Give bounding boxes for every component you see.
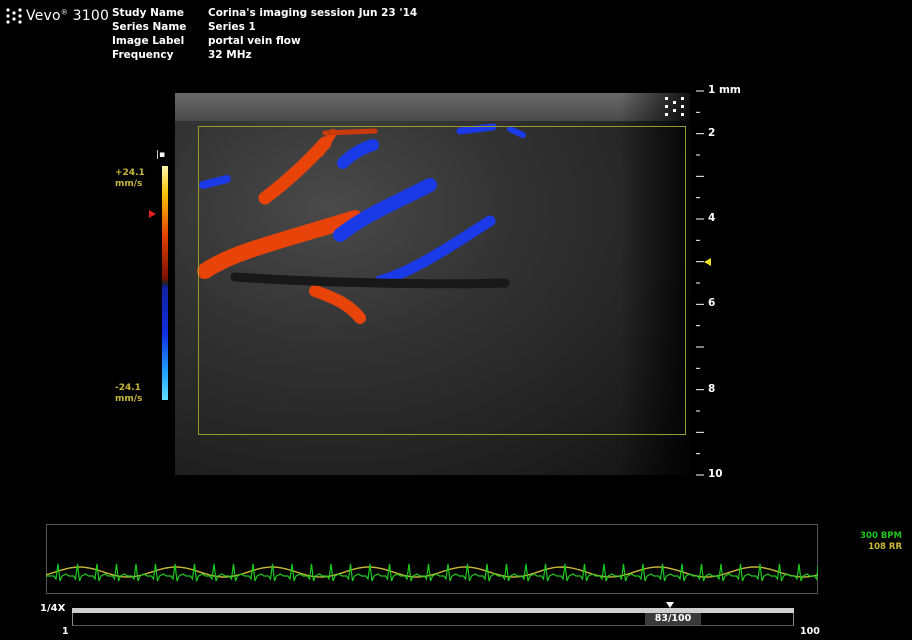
scale-max-label: +24.1 mm/s xyxy=(115,168,145,190)
baseline-pointer-icon[interactable] xyxy=(149,210,156,218)
series-name-value: Series 1 xyxy=(208,21,256,33)
image-label-label: Image Label xyxy=(112,35,185,47)
ecg-trace xyxy=(46,563,818,582)
product-name: Vevo® 3100 xyxy=(26,8,109,24)
frequency-value: 32 MHz xyxy=(208,49,252,61)
depth-ruler-ticks xyxy=(696,90,704,476)
depth-label: 2 xyxy=(708,126,716,139)
depth-label: 4 xyxy=(708,212,716,224)
depth-label: 6 xyxy=(708,297,716,310)
series-name-row: Series Name Series 1 xyxy=(112,20,417,34)
image-label-value: portal vein flow xyxy=(208,35,301,47)
depth-label: 8 xyxy=(708,382,716,395)
study-name-row: Study Name Corina's imaging session Jun … xyxy=(112,6,417,20)
model-number: 3100 xyxy=(72,8,110,24)
respiration-rate: 108 RR xyxy=(868,542,902,552)
focus-depth-icon[interactable] xyxy=(704,257,711,266)
scale-min-label: -24.1 mm/s xyxy=(115,383,142,405)
depth-label: 10 xyxy=(708,468,723,480)
brand-name: Vevo xyxy=(26,8,61,24)
playback-speed[interactable]: 1/4X xyxy=(40,603,65,614)
depth-ruler: 1 mm 2 4 6 8 10 xyxy=(694,84,754,486)
color-roi-box[interactable] xyxy=(198,126,686,435)
scale-min-unit: mm/s xyxy=(115,394,143,404)
frame-start-label: 1 xyxy=(62,626,69,637)
scale-max-unit: mm/s xyxy=(115,179,143,189)
brand-registered-mark: ® xyxy=(60,8,68,17)
frequency-label: Frequency xyxy=(112,49,174,61)
study-name-value: Corina's imaging session Jun 23 '14 xyxy=(208,7,418,19)
image-label-row: Image Label portal vein flow xyxy=(112,34,417,48)
vevo-logo: Vevo® 3100 xyxy=(6,8,109,24)
depth-label: 1 mm xyxy=(708,84,741,96)
study-name-label: Study Name xyxy=(112,7,185,19)
physio-trace xyxy=(46,563,818,582)
study-info: Study Name Corina's imaging session Jun … xyxy=(112,6,417,62)
scale-max-value: +24.1 xyxy=(115,168,145,178)
frame-end-label: 100 xyxy=(800,626,820,637)
playhead-icon[interactable] xyxy=(666,602,675,608)
heart-rate: 300 BPM xyxy=(860,531,902,541)
vevo-logo-icon xyxy=(6,8,22,24)
series-name-label: Series Name xyxy=(112,21,187,33)
scale-min-value: -24.1 xyxy=(115,383,141,393)
color-velocity-scale xyxy=(162,166,168,400)
frequency-row: Frequency 32 MHz xyxy=(112,48,417,62)
frame-counter: 83/100 xyxy=(645,613,701,625)
color-scale-marker: |▪ xyxy=(156,150,166,160)
corner-logo-icon xyxy=(665,97,684,116)
